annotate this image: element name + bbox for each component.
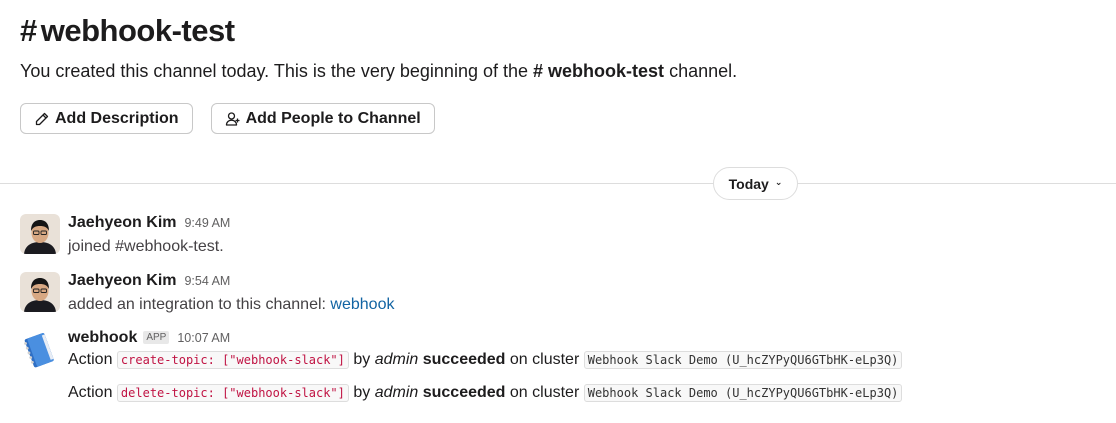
status-text: succeeded [422,384,506,401]
on-text: on cluster [509,351,580,368]
intro-prefix: You created this channel today. This is … [20,61,528,81]
message-header: Jaehyeon Kim 9:54 AM [68,272,230,290]
sender-name[interactable]: Jaehyeon Kim [68,214,176,232]
timestamp[interactable]: 9:49 AM [184,216,230,230]
channel-actions: Add Description Add People to Channel [20,103,435,134]
avatar[interactable] [20,214,60,254]
on-text: on cluster [509,384,580,401]
user-name: admin [374,384,419,401]
intro-channel-name[interactable]: # webhook-test [533,61,664,81]
message-header: Jaehyeon Kim 9:49 AM [68,214,230,232]
by-text: by [353,384,371,401]
status-text: succeeded [422,351,506,368]
user-name: admin [374,351,419,368]
channel-intro: You created this channel today. This is … [20,61,737,82]
timestamp[interactable]: 9:54 AM [184,274,230,288]
avatar[interactable] [20,272,60,312]
avatar[interactable] [20,329,60,369]
message-text: added an integration to this channel: we… [68,296,394,314]
pencil-icon [34,111,50,127]
add-description-label: Add Description [55,109,179,127]
cluster-code: Webhook Slack Demo (U_hcZYPyQU6GTbHK-eLp… [583,384,903,402]
add-people-button[interactable]: Add People to Channel [210,103,435,134]
integration-link[interactable]: webhook [330,296,394,313]
date-jump-button[interactable]: Today ⌄ [713,167,798,200]
message-header: webhook APP 10:07 AM [68,329,230,347]
channel-header: # webhook-test [20,12,235,50]
topic-code: delete-topic: ["webhook-slack"] [116,384,349,402]
add-people-label: Add People to Channel [245,109,421,127]
action-line: Action create-topic: ["webhook-slack"] b… [68,351,903,369]
cluster-code: Webhook Slack Demo (U_hcZYPyQU6GTbHK-eLp… [583,351,903,369]
hash-icon: # [20,13,37,48]
action-prefix: Action [68,384,113,401]
app-badge: APP [143,331,170,344]
sender-name[interactable]: webhook [68,329,137,347]
notebook-icon [20,329,60,369]
date-label: Today [728,175,769,192]
chevron-down-icon: ⌄ [774,177,783,187]
message-body: added an integration to this channel: [68,296,326,313]
add-description-button[interactable]: Add Description [20,103,193,134]
by-text: by [353,351,371,368]
sender-name[interactable]: Jaehyeon Kim [68,272,176,290]
message-text: joined #webhook-test. [68,238,224,255]
topic-code: create-topic: ["webhook-slack"] [116,351,349,369]
timestamp[interactable]: 10:07 AM [177,331,230,345]
action-line: Action delete-topic: ["webhook-slack"] b… [68,384,903,402]
action-prefix: Action [68,351,113,368]
date-divider [0,183,1116,184]
intro-suffix: channel. [669,61,738,81]
add-person-icon [225,111,241,127]
channel-title: # webhook-test [20,12,235,50]
channel-name: webhook-test [40,13,235,48]
